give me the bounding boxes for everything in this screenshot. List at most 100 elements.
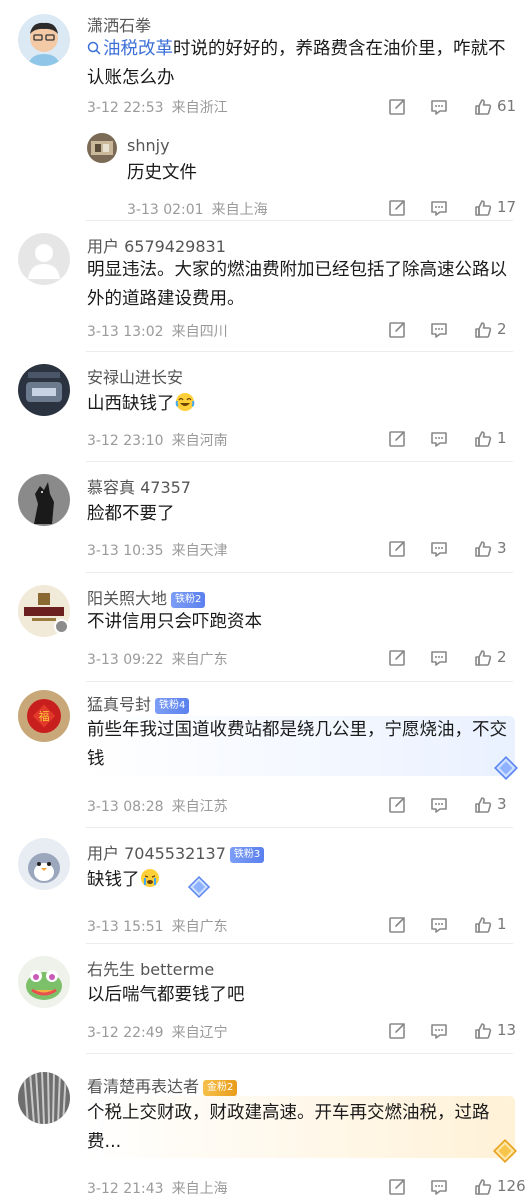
comment-icon[interactable]	[429, 1021, 449, 1041]
comment-meta: 3-13 13:02 来自四川	[87, 321, 228, 341]
thumbs-up-icon[interactable]	[473, 429, 493, 449]
avatar[interactable]	[18, 838, 70, 890]
reply-location: 来自上海	[211, 202, 268, 218]
share-icon[interactable]	[387, 648, 407, 668]
like-count: 61	[497, 97, 517, 115]
comment-meta: 3-12 23:10 来自河南	[87, 430, 228, 450]
reply-avatar[interactable]	[87, 133, 117, 163]
comment-item: 慕容真 47357 脸都不要了 3-13 10:35 来自天津 3	[0, 462, 527, 572]
fan-badge: 铁粉3	[229, 847, 265, 863]
comment-author[interactable]: 安禄山进长安	[87, 364, 183, 388]
search-topic-link[interactable]: 油税改革	[87, 39, 173, 59]
like-count: 3	[497, 539, 507, 557]
comment-location: 来自浙江	[171, 100, 228, 116]
thumbs-up-icon[interactable]	[473, 1021, 493, 1041]
crying-emoji-icon	[140, 869, 159, 887]
diamond-icon	[492, 1138, 518, 1164]
fan-badge: 金粉2	[203, 1080, 238, 1096]
fan-badge: 铁粉2	[171, 592, 206, 608]
comment-icon[interactable]	[429, 915, 449, 935]
comment-item: 看清楚再表达者 金粉2 个税上交财政，财政建高速。开车再交燃油税，过路费... 3…	[0, 1054, 527, 1200]
comment-time: 3-12 21:43	[87, 1181, 164, 1197]
avatar[interactable]	[18, 474, 70, 526]
like-count: 1	[497, 915, 507, 933]
share-icon[interactable]	[387, 198, 407, 218]
comment-text: 山西缺钱了	[87, 390, 515, 419]
comment-actions: 1	[385, 913, 515, 937]
comment-icon[interactable]	[429, 429, 449, 449]
comment-location: 来自河南	[171, 433, 228, 449]
share-icon[interactable]	[387, 429, 407, 449]
comment-item: 潇洒石拳 油税改革时说的好好的，养路费含在油价里，咋就不认账怎么办 3-12 2…	[0, 0, 527, 228]
comment-meta: 3-12 22:53 来自浙江	[87, 97, 228, 117]
avatar[interactable]	[18, 233, 70, 285]
verified-badge-icon	[54, 619, 69, 634]
comment-time: 3-12 22:53	[87, 100, 164, 116]
thumbs-up-icon[interactable]	[473, 1177, 493, 1197]
like-count: 126	[497, 1177, 526, 1195]
comment-icon[interactable]	[429, 795, 449, 815]
fan-badge: 铁粉4	[155, 698, 190, 714]
reply-text: 历史文件	[127, 163, 197, 183]
comment-time: 3-13 15:51	[87, 919, 164, 935]
avatar[interactable]	[18, 1072, 70, 1124]
like-count: 3	[497, 795, 507, 813]
avatar[interactable]	[18, 364, 70, 416]
comment-author[interactable]: 右先生 betterme	[87, 956, 214, 980]
thumbs-up-icon[interactable]	[473, 320, 493, 340]
reply-actions: 17	[385, 196, 517, 220]
share-icon[interactable]	[387, 1177, 407, 1197]
diamond-icon	[493, 755, 519, 781]
comment-time: 3-13 08:28	[87, 799, 164, 815]
comment-icon[interactable]	[429, 648, 449, 668]
comment-meta: 3-12 21:43 来自上海	[87, 1178, 228, 1198]
comment-author[interactable]: 阳关照大地 铁粉2	[87, 585, 206, 609]
comment-author[interactable]: 潇洒石拳	[87, 12, 151, 36]
comment-location: 来自辽宁	[171, 1025, 228, 1041]
comment-actions: 61	[385, 95, 517, 119]
comment-icon[interactable]	[429, 320, 449, 340]
thumbs-up-icon[interactable]	[473, 648, 493, 668]
share-icon[interactable]	[387, 795, 407, 815]
share-icon[interactable]	[387, 539, 407, 559]
reply-author[interactable]: shnjy	[127, 136, 170, 155]
comment-text: 前些年我过国道收费站都是绕几公里，宁愿烧油，不交钱	[87, 720, 507, 769]
thumbs-up-icon[interactable]	[473, 97, 493, 117]
comment-icon[interactable]	[429, 198, 449, 218]
thumbs-up-icon[interactable]	[473, 539, 493, 559]
comment-author[interactable]: 慕容真 47357	[87, 474, 191, 498]
share-icon[interactable]	[387, 97, 407, 117]
comment-location: 来自广东	[171, 919, 228, 935]
like-count: 17	[497, 198, 517, 216]
comment-meta: 3-13 08:28 来自江苏	[87, 796, 228, 816]
comment-author[interactable]: 用户 6579429831	[87, 233, 226, 257]
thumbs-up-icon[interactable]	[473, 795, 493, 815]
comment-text: 个税上交财政，财政建高速。开车再交燃油税，过路费...	[87, 1103, 490, 1152]
comment-author[interactable]: 看清楚再表达者 金粉2	[87, 1073, 238, 1097]
comment-author[interactable]: 猛真号封 铁粉4	[87, 691, 190, 715]
comment-text: 以后喘气都要钱了吧	[87, 985, 245, 1005]
share-icon[interactable]	[387, 1021, 407, 1041]
diamond-icon	[187, 875, 211, 899]
comment-location: 来自广东	[171, 652, 228, 668]
comment-actions: 13	[385, 1019, 516, 1043]
avatar[interactable]	[18, 956, 70, 1008]
share-icon[interactable]	[387, 915, 407, 935]
avatar[interactable]: 福	[18, 690, 70, 742]
comment-text: 明显违法。大家的燃油费附加已经包括了除高速公路以外的道路建设费用。	[87, 260, 507, 309]
comment-location: 来自天津	[171, 543, 228, 559]
comment-item: 用户 7045532137 铁粉3 缺钱了 3-13 15:51 来自广东 1	[0, 828, 527, 943]
comment-location: 来自四川	[171, 324, 228, 340]
thumbs-up-icon[interactable]	[473, 915, 493, 935]
share-icon[interactable]	[387, 320, 407, 340]
thumbs-up-icon[interactable]	[473, 198, 493, 218]
search-icon	[87, 41, 101, 55]
comment-author[interactable]: 用户 7045532137 铁粉3	[87, 840, 265, 864]
comment-actions: 3	[385, 793, 515, 817]
comment-location: 来自上海	[171, 1181, 228, 1197]
comment-icon[interactable]	[429, 539, 449, 559]
avatar[interactable]	[18, 14, 70, 66]
comment-icon[interactable]	[429, 1177, 449, 1197]
comment-text: 缺钱了	[87, 866, 515, 895]
comment-icon[interactable]	[429, 97, 449, 117]
